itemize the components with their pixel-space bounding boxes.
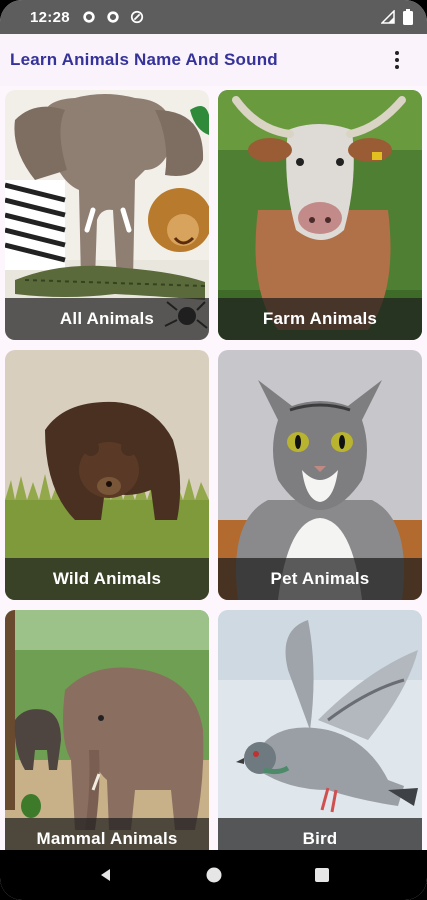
category-card-all-animals[interactable]: All Animals: [5, 90, 209, 340]
category-card-pet-animals[interactable]: Pet Animals: [218, 350, 422, 600]
signal-icon: [381, 10, 395, 24]
battery-icon: [403, 9, 413, 25]
data-saver-icon: [130, 10, 143, 24]
card-label-bar: Pet Animals: [218, 558, 422, 600]
back-icon[interactable]: [95, 864, 117, 886]
phone-screen: 12:28 Learn Animals Name And Sound All A…: [0, 0, 427, 900]
app-bar: Learn Animals Name And Sound: [0, 34, 427, 86]
card-label: Wild Animals: [52, 569, 162, 588]
app-title: Learn Animals Name And Sound: [10, 50, 278, 69]
card-label-bar: Farm Animals: [218, 298, 422, 340]
category-card-wild-animals[interactable]: Wild Animals: [5, 350, 209, 600]
gear-icon: [83, 11, 95, 23]
mammal-animals-image: [5, 610, 209, 850]
card-label: Pet Animals: [270, 569, 370, 588]
category-card-mammal-animals[interactable]: Mammal Animals: [5, 610, 209, 850]
card-label: Farm Animals: [262, 309, 378, 328]
category-card-bird[interactable]: Bird: [218, 610, 422, 850]
more-vert-icon[interactable]: [385, 48, 409, 72]
card-label-bar: Mammal Animals: [5, 818, 209, 850]
card-label: All Animals: [59, 309, 155, 328]
status-right: [381, 9, 413, 25]
category-card-farm-animals[interactable]: Farm Animals: [218, 90, 422, 340]
category-grid: All Animals Farm Animals Wild Animals Pe…: [0, 86, 427, 850]
bird-image: [218, 610, 422, 850]
home-icon[interactable]: [203, 864, 225, 886]
status-bar: 12:28: [0, 0, 427, 34]
card-label: Mammal Animals: [36, 829, 178, 848]
card-label-bar: Wild Animals: [5, 558, 209, 600]
recents-icon[interactable]: [311, 864, 333, 886]
card-label: Bird: [302, 829, 338, 848]
card-label-bar: All Animals: [5, 298, 209, 340]
status-time: 12:28: [30, 8, 70, 26]
navigation-bar: [0, 850, 427, 900]
gear-icon: [107, 11, 119, 23]
card-label-bar: Bird: [218, 818, 422, 850]
